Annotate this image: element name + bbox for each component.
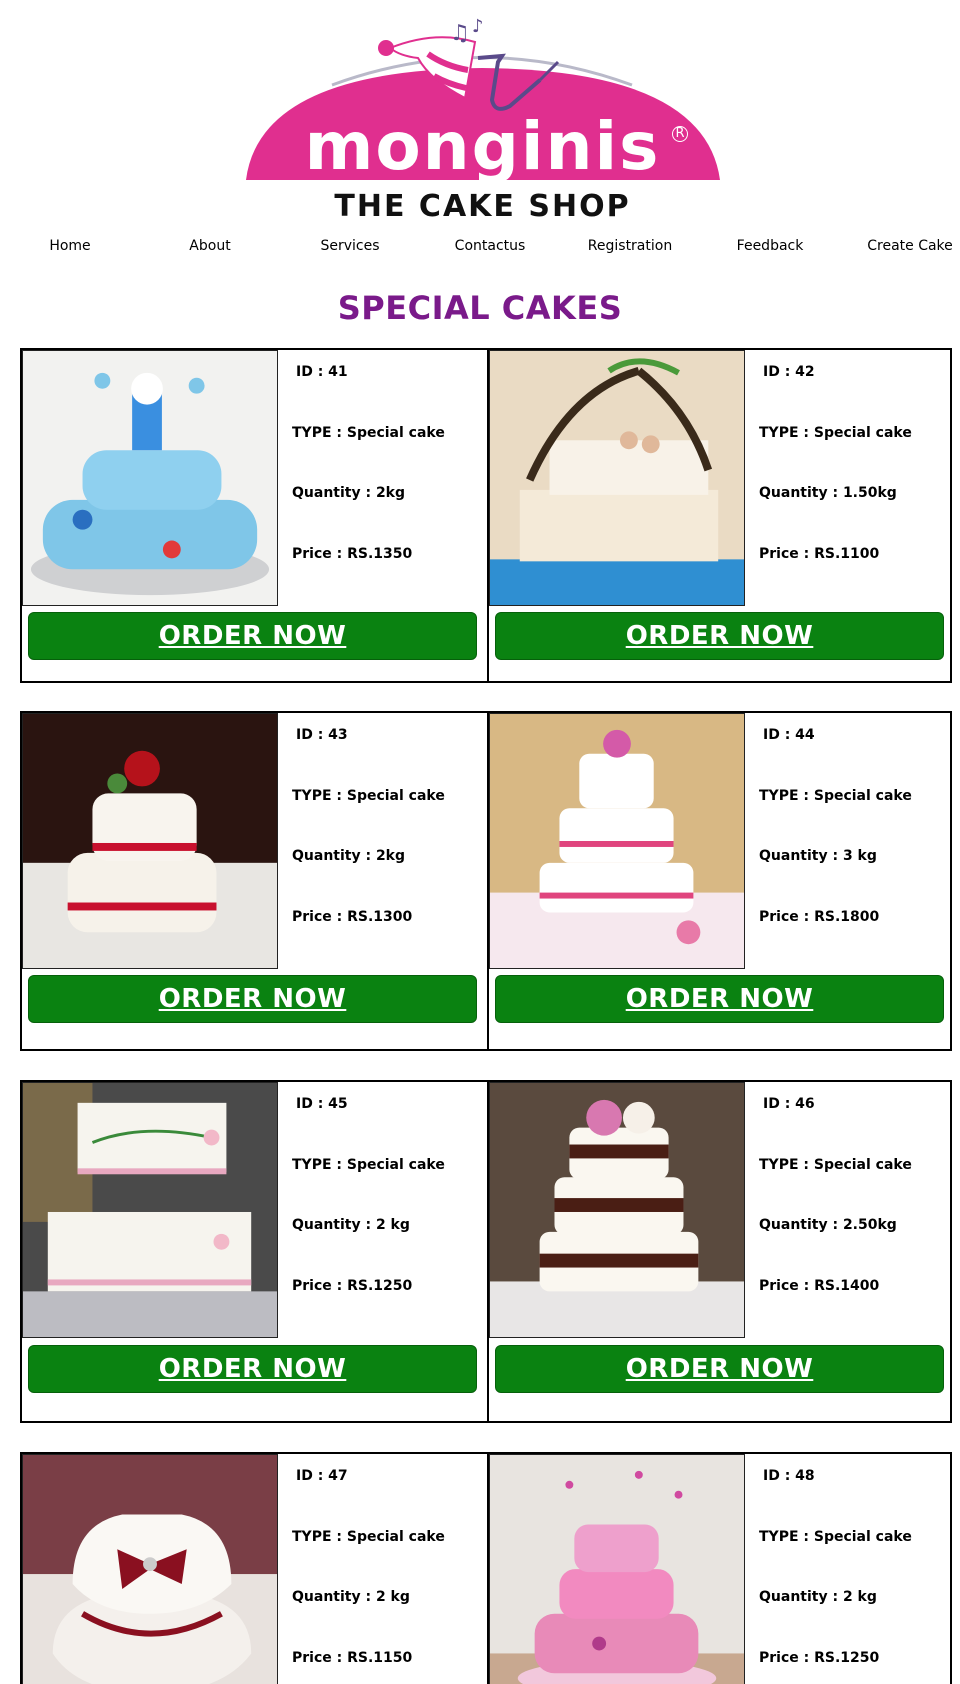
cake-quantity: Quantity : 2.50kg (759, 1217, 897, 1233)
svg-text:♫: ♫ (450, 21, 470, 46)
cake-photo (489, 1082, 745, 1338)
cake-quantity: Quantity : 3 kg (759, 848, 877, 864)
cake-row: ID : 43 TYPE : Special cake Quantity : 2… (20, 711, 952, 1051)
cake-card: ID : 41 TYPE : Special cake Quantity : 2… (22, 350, 487, 681)
order-now-button[interactable]: ORDER NOW (28, 1345, 477, 1393)
cake-card: ID : 45 TYPE : Special cake Quantity : 2… (22, 1082, 487, 1421)
cake-id: ID : 42 (763, 364, 815, 380)
cake-card: ID : 47 TYPE : Special cake Quantity : 2… (22, 1454, 487, 1684)
brand-logo: ♫ ♪ monginis R THE CAKE SHOP (240, 10, 725, 225)
registered-mark: R (672, 126, 688, 142)
nav-create-cake[interactable]: Create Cake (867, 238, 953, 254)
cake-row: ID : 41 TYPE : Special cake Quantity : 2… (20, 348, 952, 683)
cake-quantity: Quantity : 1.50kg (759, 485, 897, 501)
order-now-button[interactable]: ORDER NOW (28, 612, 477, 660)
order-now-button[interactable]: ORDER NOW (495, 1345, 944, 1393)
cake-price: Price : RS.1250 (759, 1650, 880, 1666)
cake-card: ID : 42 TYPE : Special cake Quantity : 1… (487, 350, 952, 681)
cake-type: TYPE : Special cake (759, 788, 912, 804)
cake-price: Price : RS.1100 (759, 546, 880, 562)
cake-price: Price : RS.1250 (292, 1278, 413, 1294)
cake-photo (489, 350, 745, 606)
main-nav: Home About Services Contactus Registrati… (0, 238, 960, 262)
cake-id: ID : 41 (296, 364, 348, 380)
cake-type: TYPE : Special cake (292, 425, 445, 441)
cake-price: Price : RS.1150 (292, 1650, 413, 1666)
nav-services[interactable]: Services (320, 238, 379, 254)
logo-tagline: THE CAKE SHOP (334, 189, 631, 224)
cake-id: ID : 43 (296, 727, 348, 743)
cake-card: ID : 43 TYPE : Special cake Quantity : 2… (22, 713, 487, 1049)
cake-type: TYPE : Special cake (292, 1529, 445, 1545)
nav-contactus[interactable]: Contactus (455, 238, 526, 254)
cake-type: TYPE : Special cake (759, 1157, 912, 1173)
cake-price: Price : RS.1400 (759, 1278, 880, 1294)
cake-photo (22, 713, 278, 969)
cake-photo (22, 1454, 278, 1684)
cake-photo (22, 1082, 278, 1338)
cake-id: ID : 44 (763, 727, 815, 743)
cake-id: ID : 45 (296, 1096, 348, 1112)
cake-quantity: Quantity : 2kg (292, 485, 406, 501)
cake-row: ID : 45 TYPE : Special cake Quantity : 2… (20, 1080, 952, 1423)
cake-card: ID : 46 TYPE : Special cake Quantity : 2… (487, 1082, 952, 1421)
nav-registration[interactable]: Registration (588, 238, 672, 254)
cake-price: Price : RS.1350 (292, 546, 413, 562)
cake-quantity: Quantity : 2kg (292, 848, 406, 864)
nav-feedback[interactable]: Feedback (737, 238, 804, 254)
cake-photo (22, 350, 278, 606)
cake-type: TYPE : Special cake (292, 1157, 445, 1173)
order-now-button[interactable]: ORDER NOW (495, 612, 944, 660)
cake-row: ID : 47 TYPE : Special cake Quantity : 2… (20, 1452, 952, 1684)
cake-photo (489, 713, 745, 969)
cake-quantity: Quantity : 2 kg (292, 1589, 410, 1605)
order-now-button[interactable]: ORDER NOW (28, 975, 477, 1023)
cake-price: Price : RS.1300 (292, 909, 413, 925)
logo-wordmark: monginis (304, 108, 661, 185)
nav-about[interactable]: About (189, 238, 230, 254)
cake-photo (489, 1454, 745, 1684)
cake-type: TYPE : Special cake (759, 1529, 912, 1545)
nav-home[interactable]: Home (49, 238, 90, 254)
cake-quantity: Quantity : 2 kg (759, 1589, 877, 1605)
svg-text:♪: ♪ (472, 16, 484, 37)
cake-quantity: Quantity : 2 kg (292, 1217, 410, 1233)
cake-type: TYPE : Special cake (292, 788, 445, 804)
page-title: SPECIAL CAKES (337, 289, 623, 327)
cake-id: ID : 46 (763, 1096, 815, 1112)
cake-card: ID : 44 TYPE : Special cake Quantity : 3… (487, 713, 952, 1049)
cake-id: ID : 47 (296, 1468, 348, 1484)
cake-price: Price : RS.1800 (759, 909, 880, 925)
order-now-button[interactable]: ORDER NOW (495, 975, 944, 1023)
cake-type: TYPE : Special cake (759, 425, 912, 441)
cake-id: ID : 48 (763, 1468, 815, 1484)
cake-card: ID : 48 TYPE : Special cake Quantity : 2… (487, 1454, 952, 1684)
